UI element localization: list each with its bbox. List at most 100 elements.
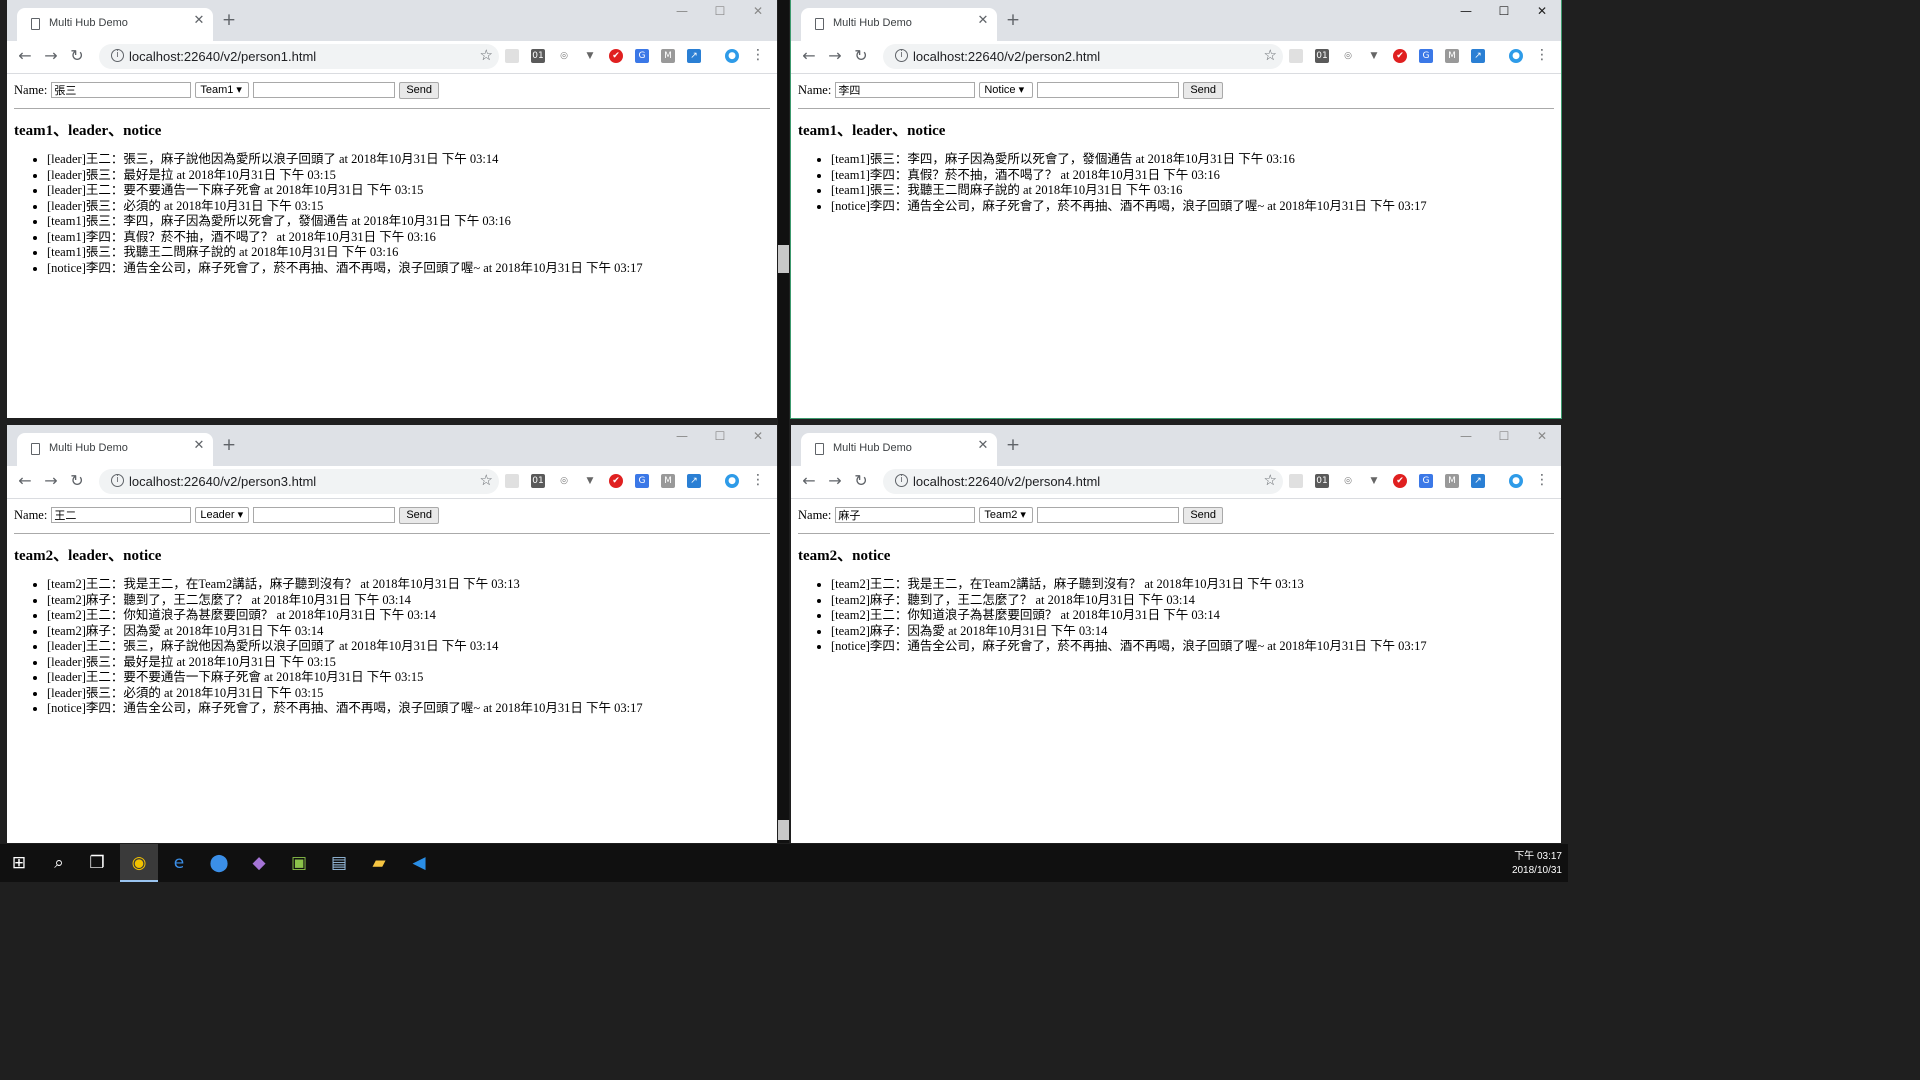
extension-vue-icon[interactable]: ▼ (1367, 49, 1381, 63)
extension-01-icon[interactable]: 01 (531, 49, 545, 63)
extension-check-icon[interactable]: ✔ (1393, 474, 1407, 488)
back-icon[interactable]: ← (15, 471, 35, 490)
translate-icon[interactable]: G (1419, 474, 1433, 488)
info-icon[interactable]: i (895, 474, 908, 487)
reload-icon[interactable]: ↻ (851, 471, 871, 490)
bookmark-star-icon[interactable]: ☆ (1264, 46, 1277, 64)
vscode-icon[interactable]: ◀ (400, 844, 438, 882)
back-icon[interactable]: ← (15, 46, 35, 65)
visual-studio-icon[interactable]: ◆ (240, 844, 278, 882)
new-tab-button[interactable]: + (219, 435, 239, 455)
send-button[interactable]: Send (1183, 506, 1224, 524)
extension-check-icon[interactable]: ✔ (609, 474, 623, 488)
forward-icon[interactable]: → (825, 471, 845, 490)
extension-vue-icon[interactable]: ▼ (1367, 474, 1381, 488)
maps-icon[interactable]: ⬤ (200, 844, 238, 882)
windows-start-icon[interactable]: ⊞ (0, 844, 38, 882)
extension-arrow-icon[interactable]: ↗ (687, 49, 701, 63)
translate-icon[interactable]: G (635, 474, 649, 488)
minimize-button[interactable]: — (667, 429, 697, 443)
address-bar[interactable]: i localhost:22640/v2/person1.html ☆ (99, 44, 499, 69)
message-input[interactable] (253, 82, 396, 98)
profile-avatar[interactable]: ● (1509, 49, 1523, 63)
extension-check-icon[interactable]: ✔ (609, 49, 623, 63)
back-icon[interactable]: ← (799, 46, 819, 65)
bookmark-star-icon[interactable]: ☆ (480, 471, 493, 489)
address-bar[interactable]: i localhost:22640/v2/person3.html ☆ (99, 469, 499, 494)
minimize-button[interactable]: — (1451, 429, 1481, 443)
reload-icon[interactable]: ↻ (67, 471, 87, 490)
extension-arrow-icon[interactable]: ↗ (1471, 49, 1485, 63)
minimize-button[interactable]: — (667, 4, 697, 18)
close-tab-icon[interactable]: ✕ (191, 438, 207, 453)
name-input[interactable] (51, 507, 192, 523)
reload-icon[interactable]: ↻ (67, 46, 87, 65)
file-explorer-icon[interactable]: ▰ (360, 844, 398, 882)
extension-01-icon[interactable]: 01 (1315, 474, 1329, 488)
close-window-button[interactable]: ✕ (1527, 4, 1557, 18)
extension-01-icon[interactable]: 01 (531, 474, 545, 488)
send-button[interactable]: Send (399, 506, 440, 524)
forward-icon[interactable]: → (41, 46, 61, 65)
extension-icon[interactable] (1289, 49, 1303, 63)
extension-01-icon[interactable]: 01 (1315, 49, 1329, 63)
close-window-button[interactable]: ✕ (743, 4, 773, 18)
extension-icon[interactable] (1289, 474, 1303, 488)
minimize-button[interactable]: — (1451, 4, 1481, 18)
close-tab-icon[interactable]: ✕ (191, 13, 207, 28)
extension-radio-icon[interactable]: ◎ (1341, 49, 1355, 63)
message-input[interactable] (1037, 82, 1180, 98)
profile-avatar[interactable]: ● (725, 474, 739, 488)
extension-arrow-icon[interactable]: ↗ (687, 474, 701, 488)
forward-icon[interactable]: → (41, 471, 61, 490)
window-scrollbar[interactable] (778, 0, 789, 843)
group-select[interactable]: Leader ▾ (195, 507, 250, 523)
close-window-button[interactable]: ✕ (1527, 429, 1557, 443)
extension-icon[interactable] (505, 49, 519, 63)
browser-tab[interactable]: Multi Hub Demo ✕ (17, 433, 213, 466)
name-input[interactable] (835, 507, 976, 523)
browser-tab[interactable]: Multi Hub Demo ✕ (17, 8, 213, 41)
browser-tab[interactable]: Multi Hub Demo ✕ (801, 8, 997, 41)
menu-icon[interactable]: ⋮ (1535, 472, 1549, 488)
search-icon[interactable]: ⌕ (40, 844, 78, 882)
profile-avatar[interactable]: ● (1509, 474, 1523, 488)
browser-tab[interactable]: Multi Hub Demo ✕ (801, 433, 997, 466)
group-select[interactable]: Team2 ▾ (979, 507, 1034, 523)
close-tab-icon[interactable]: ✕ (975, 438, 991, 453)
reload-icon[interactable]: ↻ (851, 46, 871, 65)
new-tab-button[interactable]: + (1003, 10, 1023, 30)
translate-icon[interactable]: G (1419, 49, 1433, 63)
extension-radio-icon[interactable]: ◎ (1341, 474, 1355, 488)
message-input[interactable] (1037, 507, 1180, 523)
menu-icon[interactable]: ⋮ (1535, 47, 1549, 63)
extension-m-icon[interactable]: M (1445, 474, 1459, 488)
message-input[interactable] (253, 507, 396, 523)
menu-icon[interactable]: ⋮ (751, 47, 765, 63)
name-input[interactable] (51, 82, 192, 98)
bookmark-star-icon[interactable]: ☆ (480, 46, 493, 64)
system-clock[interactable]: 下午 03:17 2018/10/31 (1512, 850, 1562, 878)
translate-icon[interactable]: G (635, 49, 649, 63)
extension-vue-icon[interactable]: ▼ (583, 49, 597, 63)
name-input[interactable] (835, 82, 976, 98)
group-select[interactable]: Team1 ▾ (195, 82, 250, 98)
menu-icon[interactable]: ⋮ (751, 472, 765, 488)
task-view-icon[interactable]: ❐ (78, 844, 116, 882)
new-tab-button[interactable]: + (1003, 435, 1023, 455)
extension-icon[interactable] (505, 474, 519, 488)
address-bar[interactable]: i localhost:22640/v2/person2.html ☆ (883, 44, 1283, 69)
extension-m-icon[interactable]: M (661, 474, 675, 488)
maximize-button[interactable]: ☐ (705, 4, 735, 18)
new-tab-button[interactable]: + (219, 10, 239, 30)
extension-check-icon[interactable]: ✔ (1393, 49, 1407, 63)
green-app-icon[interactable]: ▣ (280, 844, 318, 882)
extension-vue-icon[interactable]: ▼ (583, 474, 597, 488)
blue-app-icon[interactable]: ▤ (320, 844, 358, 882)
extension-m-icon[interactable]: M (661, 49, 675, 63)
maximize-button[interactable]: ☐ (1489, 4, 1519, 18)
scrollbar-thumb[interactable] (778, 820, 789, 840)
maximize-button[interactable]: ☐ (705, 429, 735, 443)
extension-m-icon[interactable]: M (1445, 49, 1459, 63)
chrome-icon[interactable]: ◉ (120, 844, 158, 882)
